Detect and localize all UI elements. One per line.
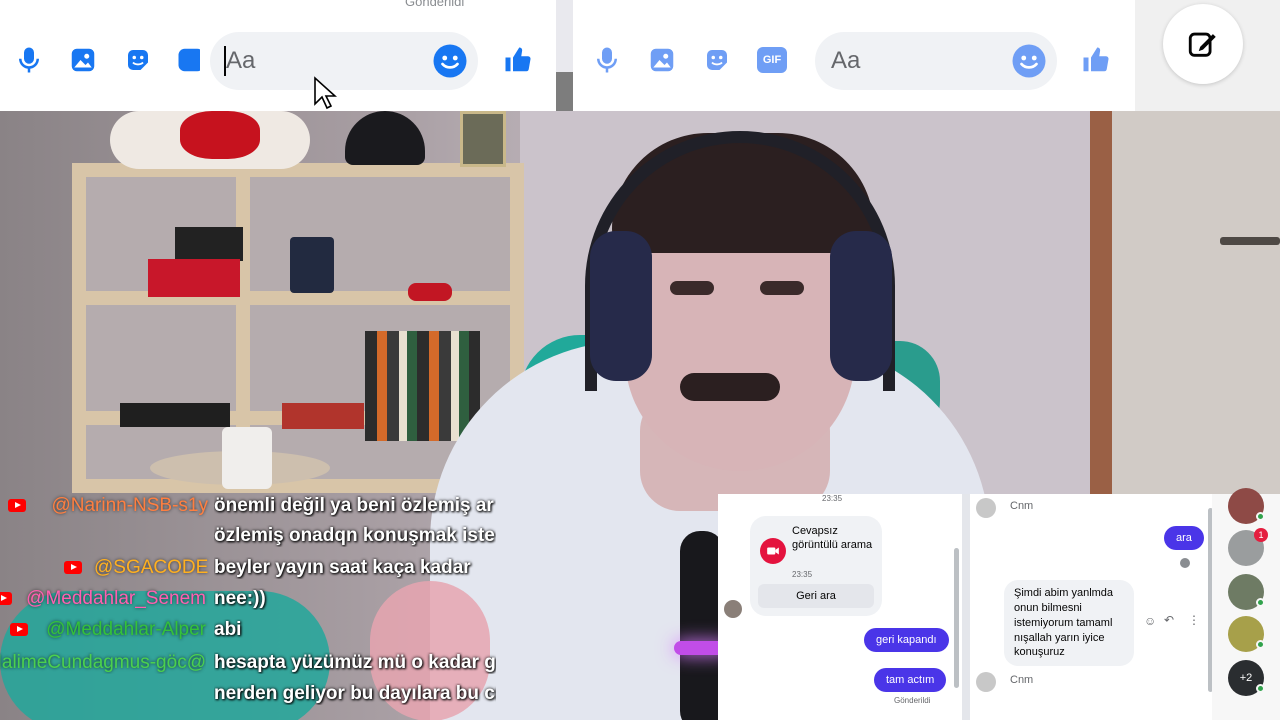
- live-chat-overlay: @Narinn-NSB-s1y önemli değil ya beni özl…: [0, 494, 500, 720]
- chat-text: hesapta yüzümüz mü o kadar g: [214, 652, 496, 673]
- compose-icon: [1188, 32, 1216, 57]
- incoming-message: Şimdi abim yanlmda onun bilmesni istemiy…: [1004, 580, 1134, 667]
- messenger-popup: 23:35 Cevapsız görüntülü arama 23:35 Ger…: [718, 494, 1280, 720]
- call-title: Cevapsız görüntülü arama: [792, 525, 873, 551]
- chat-text: nerden geliyor bu dayılara bu cı: [214, 683, 496, 704]
- more-options-icon[interactable]: ⋮: [1188, 613, 1200, 627]
- chat-username: @SGACODE: [94, 557, 209, 578]
- microphone-icon[interactable]: [9, 40, 49, 80]
- like-icon[interactable]: [1076, 40, 1116, 80]
- call-back-button[interactable]: Geri ara: [758, 584, 874, 608]
- online-indicator: [1256, 684, 1265, 693]
- chat-message: @SGACODE beyler yayın saat kaça kadar: [0, 556, 500, 580]
- sent-status-peek: Gönderildi: [405, 0, 465, 9]
- emoji-icon[interactable]: [1011, 43, 1047, 79]
- sticker-icon[interactable]: [697, 40, 737, 80]
- gif-label: GIF: [757, 47, 787, 73]
- sent-status: Gönderildi: [894, 696, 931, 705]
- youtube-icon: [64, 561, 82, 574]
- chat-message: @HalimeCundagmus-göc hesapta yüzümüz mü …: [0, 651, 500, 675]
- youtube-icon: [0, 592, 12, 605]
- contact-avatar: [976, 672, 996, 692]
- missed-call-card: Cevapsız görüntülü arama 23:35 Geri ara: [750, 516, 882, 616]
- reply-icon[interactable]: ↶: [1164, 613, 1174, 627]
- mouse-cursor-icon: [314, 76, 337, 110]
- unread-badge: 1: [1254, 528, 1268, 542]
- new-message-button[interactable]: [1163, 4, 1243, 84]
- youtube-icon: [8, 499, 26, 512]
- door: [1090, 111, 1280, 531]
- like-icon[interactable]: [498, 40, 538, 80]
- divider: [962, 494, 970, 720]
- youtube-icon: [10, 623, 28, 636]
- chat-text: beyler yayın saat kaça kadar: [214, 557, 471, 578]
- incoming-message: Cnm: [1010, 674, 1034, 686]
- message-input-left[interactable]: [226, 45, 416, 77]
- outgoing-message: ara: [1164, 526, 1204, 550]
- gif-icon[interactable]: [176, 40, 200, 80]
- outgoing-message: tam actım: [874, 668, 947, 692]
- chat-heads-rail: 1 +2: [1212, 488, 1280, 720]
- video-call-icon: [760, 538, 786, 564]
- figurine: [345, 111, 425, 165]
- microphone-icon[interactable]: [587, 40, 627, 80]
- gif-icon[interactable]: GIF: [752, 40, 792, 80]
- composer-bar-left: Gönderildi: [0, 0, 556, 111]
- incoming-message: Cnm: [1010, 500, 1034, 512]
- timestamp: 23:35: [822, 494, 843, 503]
- online-indicator: [1256, 640, 1265, 649]
- outgoing-message: geri kapandı: [864, 628, 949, 652]
- online-indicator: [1256, 512, 1265, 521]
- image-icon[interactable]: [63, 40, 103, 80]
- chat-text: abi: [214, 619, 242, 640]
- react-icon[interactable]: ☺: [1144, 614, 1156, 628]
- message-composer-left[interactable]: [210, 32, 478, 90]
- online-indicator: [1256, 598, 1265, 607]
- chat-text: önemli değil ya beni özlemiş ar: [214, 495, 494, 516]
- chat-username: @Meddahlar-Alper: [46, 619, 206, 640]
- chat-message: @Meddahlar-Alper abi: [0, 618, 500, 642]
- chat-username: @Meddahlar_Senem: [26, 588, 206, 609]
- chat-text: nee:)): [214, 588, 266, 609]
- chat-message: @Meddahlar_Senem nee:)): [0, 587, 500, 611]
- contact-avatar: [976, 498, 996, 518]
- chat-text: özlemiş onadqn konuşmak iste: [214, 525, 495, 546]
- call-time: 23:35: [792, 570, 813, 579]
- contact-avatar: [724, 600, 742, 618]
- chat-message: nerden geliyor bu dayılara bu cı: [0, 682, 500, 706]
- chat-username: @Narinn-NSB-s1y: [51, 495, 208, 516]
- chat-message: özlemiş onadqn konuşmak iste: [0, 524, 500, 548]
- scrollbar[interactable]: [954, 548, 959, 688]
- books: [365, 331, 480, 441]
- image-icon[interactable]: [642, 40, 682, 80]
- sticker-icon[interactable]: [118, 40, 158, 80]
- seen-indicator: [1180, 558, 1190, 568]
- emoji-icon[interactable]: [432, 43, 468, 79]
- chat-message: @Narinn-NSB-s1y önemli değil ya beni özl…: [0, 494, 500, 518]
- message-composer-right[interactable]: [815, 32, 1057, 90]
- window-gap: [556, 0, 573, 111]
- picture-frame: [460, 111, 506, 167]
- composer-bar-right: GIF: [573, 0, 1135, 111]
- message-input-right[interactable]: [831, 45, 1021, 77]
- chat-username: @HalimeCundagmus-göc: [0, 652, 206, 673]
